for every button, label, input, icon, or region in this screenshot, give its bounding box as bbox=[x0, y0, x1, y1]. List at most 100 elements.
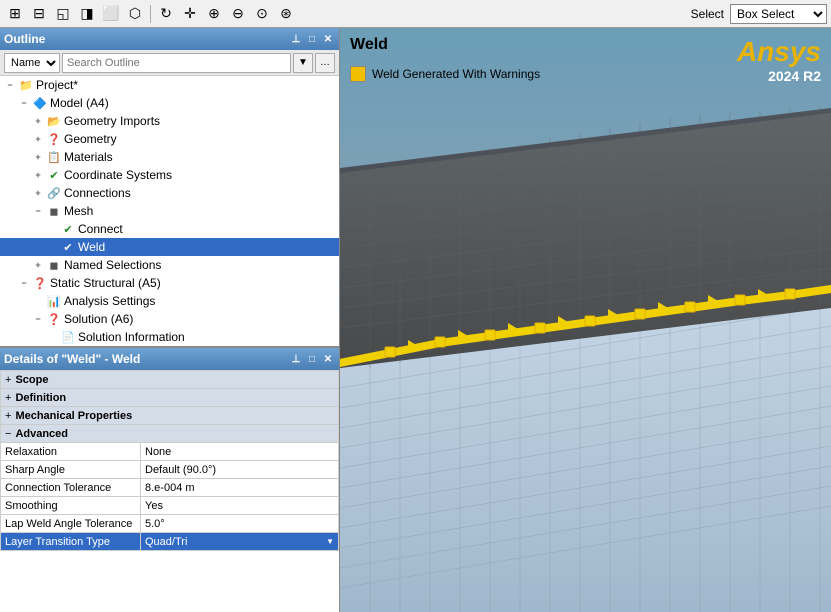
tree-toggle-static-structural[interactable]: − bbox=[18, 277, 30, 289]
prop-dropdown[interactable]: Quad/Tri▼ bbox=[145, 536, 334, 548]
prop-row-5[interactable]: Layer Transition TypeQuad/Tri▼ bbox=[1, 533, 339, 551]
tree-icon-model: 🔷 bbox=[32, 95, 48, 111]
viewport-title: Weld bbox=[350, 36, 388, 54]
rotate-icon[interactable]: ↻ bbox=[155, 3, 177, 25]
tree-item-named-selections[interactable]: +◼Named Selections bbox=[0, 256, 339, 274]
details-pin-icon[interactable]: ⊥ bbox=[289, 352, 303, 366]
properties-table: +Scope+Definition+Mechanical Properties−… bbox=[0, 370, 339, 551]
zoom-extents-icon[interactable]: ⊞ bbox=[4, 3, 26, 25]
zoom-box-icon[interactable]: ⊙ bbox=[251, 3, 273, 25]
tree-item-coord-systems[interactable]: +✔Coordinate Systems bbox=[0, 166, 339, 184]
search-chevron-icon[interactable]: ▼ bbox=[293, 53, 313, 73]
titlebar-icons: ⊥ □ ✕ bbox=[289, 32, 335, 46]
select-label: Select bbox=[691, 7, 724, 21]
tree-toggle-materials[interactable]: + bbox=[32, 151, 44, 163]
tree-icon-static-structural: ❓ bbox=[32, 275, 48, 291]
section-label-advanced: Advanced bbox=[15, 428, 68, 440]
tree-toggle-coord-systems[interactable]: + bbox=[32, 169, 44, 181]
search-type-dropdown[interactable]: Name bbox=[4, 53, 60, 73]
section-mech-props[interactable]: + Mechanical Properties bbox=[1, 407, 339, 425]
tree-toggle-project[interactable]: − bbox=[4, 79, 16, 91]
details-title: Details of "Weld" - Weld bbox=[4, 352, 289, 366]
tree-icon-geom-imports: 📂 bbox=[46, 113, 62, 129]
tree-label-static-structural: Static Structural (A5) bbox=[50, 276, 161, 290]
details-close-icon[interactable]: ✕ bbox=[321, 352, 335, 366]
view-shaded-icon[interactable]: ◨ bbox=[76, 3, 98, 25]
tree-icon-connections: 🔗 bbox=[46, 185, 62, 201]
tree-item-analysis-settings[interactable]: 📊Analysis Settings bbox=[0, 292, 339, 310]
details-table: +Scope+Definition+Mechanical Properties−… bbox=[0, 370, 339, 612]
tree-item-geometry[interactable]: +❓Geometry bbox=[0, 130, 339, 148]
tree-icon-project: 📁 bbox=[18, 77, 34, 93]
prop-row-3[interactable]: SmoothingYes bbox=[1, 497, 339, 515]
tree-icon-mesh: ◼ bbox=[46, 203, 62, 219]
pan-icon[interactable]: ⊛ bbox=[275, 3, 297, 25]
section-label-mech-props: Mechanical Properties bbox=[15, 410, 132, 422]
tree-label-connections: Connections bbox=[64, 186, 131, 200]
tree-icon-solution-info: 📄 bbox=[60, 329, 76, 345]
tree-icon-connect: ✔ bbox=[60, 221, 76, 237]
zoom-fit-icon[interactable]: ⊟ bbox=[28, 3, 50, 25]
pin-icon[interactable]: ⊥ bbox=[289, 32, 303, 46]
viewport[interactable]: Weld Ansys 2024 R2 Weld Generated With W… bbox=[340, 28, 831, 612]
tree-item-model[interactable]: −🔷Model (A4) bbox=[0, 94, 339, 112]
tree-toggle-geom-imports[interactable]: + bbox=[32, 115, 44, 127]
tree-toggle-model[interactable]: − bbox=[18, 97, 30, 109]
prop-row-2[interactable]: Connection Tolerance8.e-004 m bbox=[1, 479, 339, 497]
tree-item-materials[interactable]: +📋Materials bbox=[0, 148, 339, 166]
prop-row-0[interactable]: RelaxationNone bbox=[1, 443, 339, 461]
zoom-in-icon[interactable]: ⊕ bbox=[203, 3, 225, 25]
view-iso-icon[interactable]: ◱ bbox=[52, 3, 74, 25]
tree-item-project[interactable]: −📁Project* bbox=[0, 76, 339, 94]
tree-label-mesh: Mesh bbox=[64, 204, 93, 218]
prop-value[interactable]: Quad/Tri▼ bbox=[141, 533, 339, 551]
cursor-icon[interactable]: ✛ bbox=[179, 3, 201, 25]
tree-toggle-solution[interactable]: − bbox=[32, 313, 44, 325]
prop-row-1[interactable]: Sharp AngleDefault (90.0°) bbox=[1, 461, 339, 479]
details-titlebar: Details of "Weld" - Weld ⊥ □ ✕ bbox=[0, 348, 339, 370]
section-expander-definition: + bbox=[5, 392, 11, 404]
section-advanced[interactable]: −Advanced bbox=[1, 425, 339, 443]
section-expander-mech-props: + bbox=[5, 410, 11, 422]
section-scope[interactable]: +Scope bbox=[1, 371, 339, 389]
tree-toggle-connections[interactable]: + bbox=[32, 187, 44, 199]
tree-label-analysis-settings: Analysis Settings bbox=[64, 294, 155, 308]
separator-1 bbox=[150, 5, 151, 23]
tree-toggle-named-selections[interactable]: + bbox=[32, 259, 44, 271]
section-label-definition: Definition bbox=[15, 392, 66, 404]
prop-value: None bbox=[141, 443, 339, 461]
float-icon[interactable]: □ bbox=[305, 32, 319, 46]
tree-icon-solution: ❓ bbox=[46, 311, 62, 327]
section-definition[interactable]: + Definition bbox=[1, 389, 339, 407]
tree-item-connections[interactable]: +🔗Connections bbox=[0, 184, 339, 202]
warning-badge: Weld Generated With Warnings bbox=[350, 66, 540, 82]
search-options-icon[interactable]: … bbox=[315, 53, 335, 73]
select-dropdown[interactable]: Box Select Single Select bbox=[730, 4, 827, 24]
view-box-icon[interactable]: ⬡ bbox=[124, 3, 146, 25]
tree-item-solution-info[interactable]: 📄Solution Information bbox=[0, 328, 339, 346]
tree-label-project: Project* bbox=[36, 78, 78, 92]
tree-item-connect[interactable]: ✔Connect bbox=[0, 220, 339, 238]
tree-label-geom-imports: Geometry Imports bbox=[64, 114, 160, 128]
tree-toggle-connect bbox=[46, 223, 58, 235]
prop-label: Sharp Angle bbox=[1, 461, 141, 479]
tree-item-solution[interactable]: −❓Solution (A6) bbox=[0, 310, 339, 328]
details-float-icon[interactable]: □ bbox=[305, 352, 319, 366]
prop-label: Lap Weld Angle Tolerance bbox=[1, 515, 141, 533]
zoom-out-icon[interactable]: ⊖ bbox=[227, 3, 249, 25]
tree-item-weld[interactable]: ✔Weld bbox=[0, 238, 339, 256]
view-wireframe-icon[interactable]: ⬜ bbox=[100, 3, 122, 25]
details-titlebar-icons: ⊥ □ ✕ bbox=[289, 352, 335, 366]
prop-label: Relaxation bbox=[1, 443, 141, 461]
tree-toggle-mesh[interactable]: − bbox=[32, 205, 44, 217]
tree-toggle-geometry[interactable]: + bbox=[32, 133, 44, 145]
warning-icon bbox=[350, 66, 366, 82]
section-expander-advanced: − bbox=[5, 428, 11, 440]
tree-item-mesh[interactable]: −◼Mesh bbox=[0, 202, 339, 220]
search-input[interactable] bbox=[62, 53, 291, 73]
close-icon[interactable]: ✕ bbox=[321, 32, 335, 46]
prop-row-4[interactable]: Lap Weld Angle Tolerance5.0° bbox=[1, 515, 339, 533]
tree-item-static-structural[interactable]: −❓Static Structural (A5) bbox=[0, 274, 339, 292]
mesh-svg bbox=[340, 28, 831, 612]
tree-item-geom-imports[interactable]: +📂Geometry Imports bbox=[0, 112, 339, 130]
